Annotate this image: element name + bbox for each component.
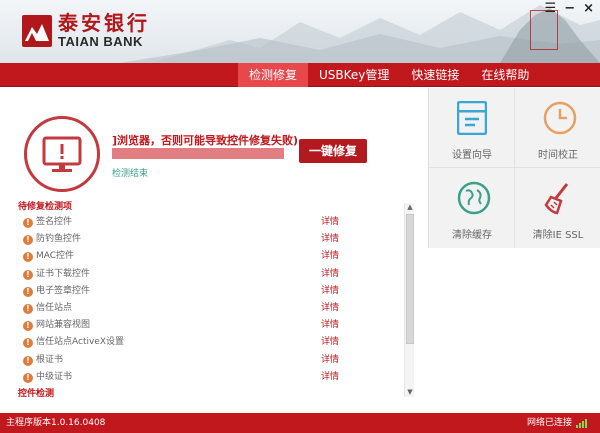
list-item-name: 根证书 [36,354,64,365]
one-click-repair-button[interactable]: 一键修复 [299,139,367,163]
scroll-thumb[interactable] [406,214,414,344]
minimize-icon[interactable]: − [564,2,575,16]
nav-tabs: 检测修复 USBKey管理 快速链接 在线帮助 [238,63,540,87]
list-item-name: 防钓鱼控件 [36,234,82,245]
list-item-name: 信任站点ActiveX设置 [36,337,125,348]
section-title-controls: 控件检测 [18,389,55,399]
main-panel: ]浏览器，否则可能导致控件修复失败) 一键修复 检测结束 设置向导 时间校正 清… [0,88,600,413]
menu-icon[interactable]: ☰ [545,2,557,16]
section-title-pending: 待修复检测项 [18,202,73,212]
broom-icon [544,183,569,215]
tab-usbkey[interactable]: USBKey管理 [308,63,400,87]
globe-icon [457,181,491,215]
list-item: ! 网站兼容视图 详情 [18,317,416,334]
list-item-name: MAC控件 [36,251,75,262]
list-item: ! 签名控件 详情 [18,214,416,231]
list-item-name: 信任站点 [36,302,73,313]
warning-icon: ! [23,218,33,228]
list-item-name: 中级证书 [36,371,73,382]
list-item: ! 防钓鱼控件 详情 [18,231,416,248]
scroll-up-arrow-icon[interactable]: ▲ [405,203,415,212]
check-list: 待修复检测项 ! 签名控件 详情 ! 防钓鱼控件 详情 ! MAC控件 详情 ! 证书下载控件… [18,200,416,399]
setup-wizard-button[interactable]: 设置向导 [429,88,515,168]
progress-bar [112,148,284,159]
bank-logo-icon [22,14,52,47]
list-item-name: 电子签章控件 [36,285,91,296]
warning-icon: ! [23,252,33,263]
version-text: 主程序版本1.0.16.0408 [6,418,106,428]
list-item-name: 网站兼容视图 [36,320,91,331]
status-bar: 主程序版本1.0.16.0408 网络已连接 [0,413,600,433]
clear-ie-ssl-button[interactable]: 清除IE SSL [515,168,600,248]
time-correction-button[interactable]: 时间校正 [515,88,600,168]
progress-fill [112,148,284,159]
list-item: ! 中级证书 详情 [18,369,416,386]
detail-link[interactable]: 详情 [321,352,339,369]
detail-link[interactable]: 详情 [321,369,339,386]
tab-detect-repair[interactable]: 检测修复 [238,63,309,87]
warning-icon: ! [23,372,33,383]
network-status: 网络已连接 [526,418,572,428]
detail-link[interactable]: 详情 [321,231,339,248]
tab-quick-links[interactable]: 快速链接 [400,63,470,87]
clock-icon [543,101,577,135]
detail-link[interactable]: 详情 [321,248,339,265]
list-item-name: 签名控件 [36,217,73,227]
detail-link[interactable]: 详情 [321,214,339,231]
list-item: ! 信任站点ActiveX设置 详情 [18,334,416,351]
tools-grid: 设置向导 时间校正 清除缓存 清除IE SSL [428,88,600,248]
clear-ie-ssl-label: 清除IE SSL [532,230,584,241]
list-item: ! 电子签章控件 详情 [18,283,416,300]
list-scrollbar[interactable]: ▲ ▼ [404,203,414,397]
detail-link[interactable]: 详情 [321,300,339,317]
warning-icon: ! [23,286,33,297]
bank-logo: 泰安银行 TAIAN BANK [22,12,150,49]
seal-mark [530,10,558,50]
detail-link[interactable]: 详情 [321,266,339,283]
warning-icon: ! [23,321,33,332]
monitor-warning-icon [42,136,82,172]
list-item-name: 证书下载控件 [36,268,91,279]
status-indicator [24,116,100,192]
warning-icon: ! [23,269,33,280]
title-bar: 泰安银行 TAIAN BANK ☰ − × [0,0,600,63]
bank-name-en: TAIAN BANK [58,34,143,49]
detail-link[interactable]: 详情 [321,283,339,300]
time-correction-label: 时间校正 [538,150,578,161]
warning-icon: ! [23,303,33,314]
list-item: ! 证书下载控件 详情 [18,266,416,283]
scroll-down-arrow-icon[interactable]: ▼ [405,388,415,397]
close-icon[interactable]: × [583,2,594,16]
setup-wizard-icon [457,101,487,135]
tab-online-help[interactable]: 在线帮助 [470,63,540,87]
list-item: ! 信任站点 详情 [18,300,416,317]
clear-cache-label: 清除缓存 [452,230,492,241]
list-item: ! MAC控件 详情 [18,248,416,265]
nav-bar: 检测修复 USBKey管理 快速链接 在线帮助 [0,63,600,87]
bank-name-cn: 泰安银行 [58,11,150,35]
window-controls: ☰ − × [545,2,594,16]
warning-icon: ! [23,355,33,366]
warning-icon: ! [23,235,33,246]
check-result-text: 检测结束 [112,169,149,179]
detail-link[interactable]: 详情 [321,334,339,351]
signal-icon [576,419,587,428]
list-item: ! 根证书 详情 [18,352,416,369]
status-message: ]浏览器，否则可能导致控件修复失败) [112,134,299,147]
setup-wizard-label: 设置向导 [452,150,492,161]
warning-icon: ! [23,338,33,349]
detail-link[interactable]: 详情 [321,317,339,334]
clear-cache-button[interactable]: 清除缓存 [429,168,515,248]
